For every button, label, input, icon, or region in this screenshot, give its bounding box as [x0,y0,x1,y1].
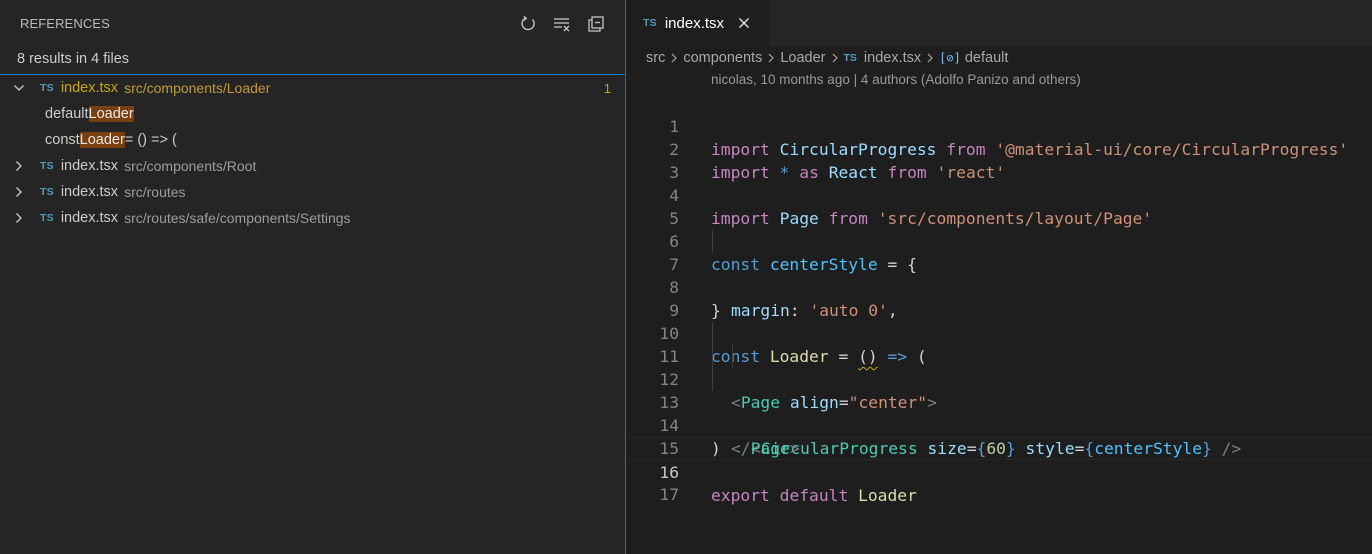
chevron-down-icon[interactable] [9,75,29,101]
code-line: 17 [627,460,1372,504]
code-line: 14 ) [627,391,1372,458]
token: default [779,486,849,505]
chevron-right-icon[interactable] [9,179,29,205]
typescript-icon: TS [643,17,657,29]
typescript-icon: TS [40,186,54,198]
editor-tab-bar: TS index.tsx [627,0,1372,46]
file-row-routes[interactable]: TS index.tsx src/routes [0,179,625,205]
match-highlight: Loader [79,132,125,148]
tab-index-tsx[interactable]: TS index.tsx [627,0,769,46]
code-line: 6 const centerStyle = { [627,207,1372,274]
chevron-right-icon [926,52,934,64]
code-line: 12 <CircularProgress size={60} style={ce… [627,345,1372,458]
tab-label: index.tsx [664,14,725,32]
match-prefix: const [45,132,80,148]
code-line: 3 [627,138,1372,182]
collapse-all-icon[interactable] [585,13,607,35]
typescript-icon: TS [40,160,54,172]
code-line: 5 [627,184,1372,228]
indent-guide [712,368,713,391]
code-line: 9 [627,276,1372,320]
typescript-icon: TS [40,82,54,94]
code-line: 13 </Page> [627,368,1372,458]
code-line: 10 const Loader = () => ( [627,299,1372,366]
close-icon[interactable] [738,17,750,29]
breadcrumb-symbol[interactable]: default [965,50,1009,66]
match-row[interactable]: default Loader [0,101,625,127]
git-blame-lens[interactable]: nicolas, 10 months ago | 4 authors (Adol… [711,72,1081,87]
file-path: src/components/Loader [124,80,271,96]
breadcrumb-item[interactable]: Loader [780,50,825,66]
breadcrumb-item[interactable]: components [683,50,762,66]
breadcrumb-item[interactable]: src [646,50,665,66]
match-highlight: Loader [88,106,134,122]
file-path: src/routes/safe/components/Settings [124,210,351,226]
typescript-icon: TS [40,212,54,224]
references-header: REFERENCES [0,0,625,46]
file-name: index.tsx [60,158,119,174]
file-row-settings[interactable]: TS index.tsx src/routes/safe/components/… [0,205,625,231]
token: Loader [858,486,917,505]
line-content: export default Loader [711,484,917,507]
references-tree: TS index.tsx src/components/Loader 1 def… [0,74,625,231]
typescript-icon: TS [843,52,857,64]
file-path: src/components/Root [124,158,257,174]
indent-guide [732,345,733,368]
token: export [711,486,770,505]
file-name: index.tsx [60,210,119,226]
chevron-right-icon [670,52,678,64]
chevron-right-icon [831,52,839,64]
file-row-root[interactable]: TS index.tsx src/components/Root [0,153,625,179]
line-number: 17 [659,485,679,504]
chevron-right-icon[interactable] [9,153,29,179]
code-line: 2 import * as React from 'react' [627,115,1372,182]
code-line: 4 import Page from 'src/components/layou… [627,161,1372,228]
breadcrumb: src components Loader TS index.tsx [⊘] d… [627,46,1372,70]
indent-guide [712,322,713,345]
chevron-right-icon[interactable] [9,205,29,231]
code-line: 7 margin: 'auto 0', [627,230,1372,320]
results-summary: 8 results in 4 files [17,51,130,67]
chevron-right-icon [767,52,775,64]
indent-guide [712,345,713,368]
symbol-variable-icon: [⊘] [939,51,961,65]
refresh-icon[interactable] [517,13,539,35]
match-row[interactable]: const Loader = () => ( [0,127,625,153]
code-line: 15 [627,414,1372,458]
match-prefix: default [45,106,89,122]
file-name: index.tsx [60,184,119,200]
references-actions [517,13,607,35]
match-suffix: = () => ( [124,132,177,148]
references-title: REFERENCES [20,15,110,31]
current-code-line: 16 export default Loader [627,437,1372,505]
match-count-badge: 1 [603,80,611,96]
file-path: src/routes [124,184,186,200]
references-panel: REFERENCES 8 results in 4 files TS index… [0,0,626,554]
file-row-loader[interactable]: TS index.tsx src/components/Loader 1 [0,75,625,101]
code-line: 11 <Page align="center"> [627,322,1372,412]
clear-all-icon[interactable] [551,13,573,35]
code-line: 1 import CircularProgress from '@materia… [627,92,1372,159]
editor-pane: TS index.tsx src components Loader TS in… [627,0,1372,554]
code-area[interactable]: 1 import CircularProgress from '@materia… [627,92,1372,505]
code-line: 8 } [627,253,1372,320]
breadcrumb-file[interactable]: index.tsx [864,50,921,66]
indent-guide [712,230,713,253]
file-name: index.tsx [60,80,119,96]
